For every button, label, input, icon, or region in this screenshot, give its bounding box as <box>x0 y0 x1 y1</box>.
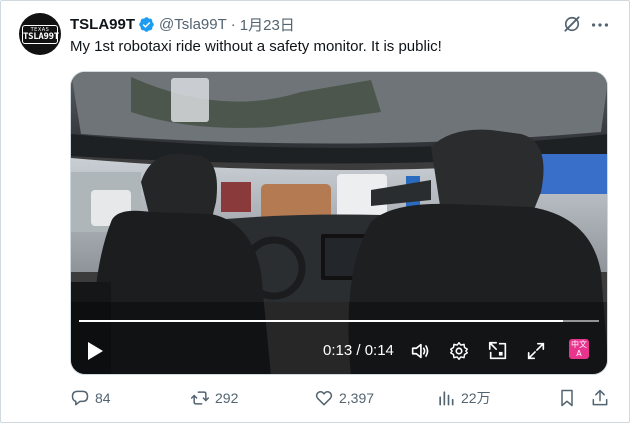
pip-icon[interactable] <box>487 340 509 362</box>
bookmark-icon[interactable] <box>557 388 577 408</box>
tweet-header: TSLA99T @Tsla99T · 1月23日 <box>70 14 295 34</box>
like-count: 2,397 <box>339 390 375 406</box>
video-player[interactable]: 0:13 / 0:14 中文 A <box>70 71 608 375</box>
reply-button[interactable]: 84 <box>70 386 111 410</box>
tweet-card[interactable]: TEXAS TSLA99T TSLA99T @Tsla99T · 1月23日 M… <box>0 0 630 423</box>
more-icon[interactable] <box>589 14 611 36</box>
translate-captions-button[interactable]: 中文 A <box>569 339 589 359</box>
views-button[interactable]: 22万 <box>436 386 491 410</box>
handle[interactable]: @Tsla99T <box>159 16 227 33</box>
play-icon[interactable] <box>85 340 105 362</box>
share-icon[interactable] <box>590 388 610 408</box>
avatar-license-plate: TEXAS TSLA99T <box>22 25 59 44</box>
grok-icon[interactable] <box>562 14 582 34</box>
tweet-text: My 1st robotaxi ride without a safety mo… <box>70 38 442 55</box>
video-progress-fill <box>79 320 563 322</box>
views-count: 22万 <box>461 390 491 406</box>
display-name[interactable]: TSLA99T <box>70 16 135 33</box>
video-time: 0:13 / 0:14 <box>323 342 394 359</box>
like-icon <box>315 391 333 406</box>
avatar-plate-text: TSLA99T <box>23 32 59 42</box>
like-button[interactable]: 2,397 <box>314 386 374 410</box>
views-icon <box>439 391 454 406</box>
avatar[interactable]: TEXAS TSLA99T <box>19 13 61 55</box>
repost-button[interactable]: 292 <box>190 386 238 410</box>
post-date[interactable]: 1月23日 <box>240 14 295 35</box>
captions-label-top: 中文 <box>571 340 587 349</box>
action-bar: 84 292 2,397 22万 <box>70 386 611 410</box>
reply-count: 84 <box>95 390 111 406</box>
fullscreen-icon[interactable] <box>525 340 547 362</box>
settings-icon[interactable] <box>448 340 470 362</box>
volume-icon[interactable] <box>409 340 431 362</box>
captions-label-bottom: A <box>576 349 582 358</box>
video-controls: 0:13 / 0:14 <box>71 312 607 374</box>
separator-dot: · <box>230 15 236 33</box>
reply-icon <box>71 390 89 406</box>
repost-count: 292 <box>215 390 239 406</box>
repost-icon <box>190 391 210 405</box>
verified-icon[interactable] <box>138 16 155 33</box>
video-progress-bar[interactable] <box>79 320 599 322</box>
